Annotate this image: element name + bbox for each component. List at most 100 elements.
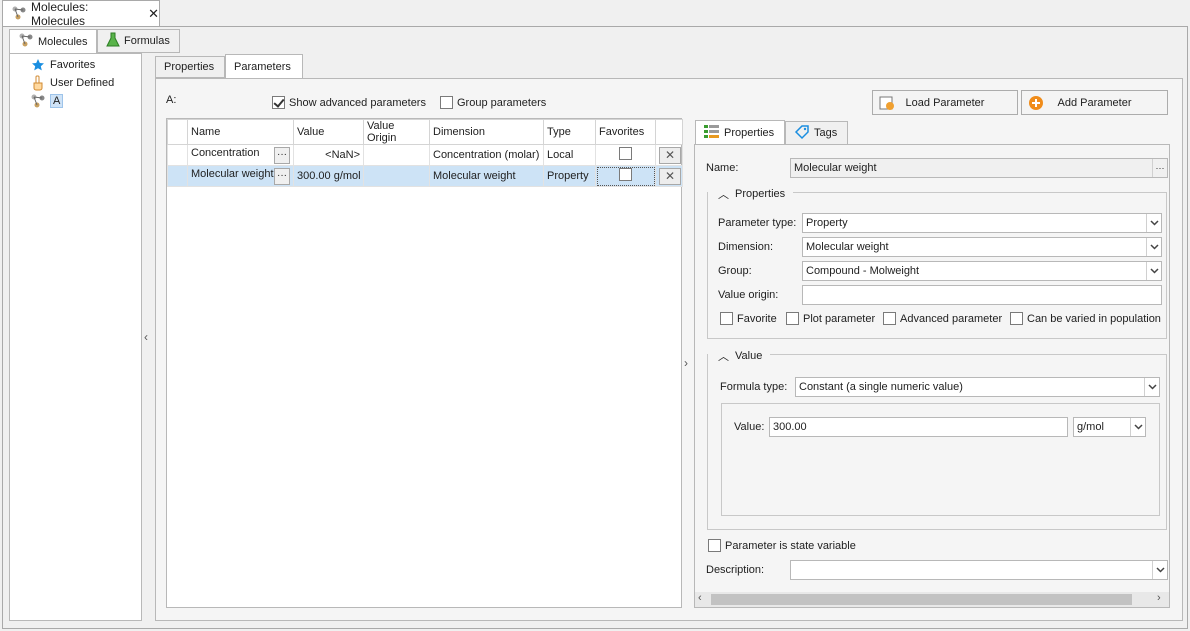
scroll-left-icon[interactable]: ‹ [698,592,702,604]
favorite-checkbox[interactable] [619,168,632,181]
chevron-down-icon[interactable] [1146,238,1161,256]
chevron-down-icon[interactable] [1146,262,1161,280]
chevron-down-icon[interactable] [1144,378,1159,396]
tab-properties[interactable]: Properties [155,56,225,78]
tab-detail-tags[interactable]: Tags [785,121,848,145]
cell-name[interactable]: Molecular weight ··· [187,165,294,187]
delete-icon[interactable]: ✕ [659,167,681,185]
properties-group-header[interactable]: ︿ Properties [718,186,790,202]
checkbox-label: Favorite [737,312,777,325]
checkbox-label: Plot parameter [803,312,876,325]
tree-item-favorites[interactable]: Favorites [30,56,95,74]
cell-type: Local [543,144,596,166]
cell-delete: ✕ [655,144,683,166]
favorite-checkbox[interactable] [619,147,632,160]
select-value: Constant (a single numeric value) [799,381,963,393]
tab-label: Tags [814,127,838,139]
checkbox-box [786,312,799,325]
tab-label: Properties [724,126,775,139]
cell-value[interactable]: <NaN> [293,144,364,166]
name-field[interactable]: Molecular weight ··· [790,158,1168,178]
cell-value[interactable]: 300.00 g/mol [293,165,364,187]
checkbox-box [708,539,721,552]
cell-value-origin[interactable] [363,165,430,187]
can-be-varied-checkbox[interactable]: Can be varied in population [1010,312,1161,325]
load-parameter-button[interactable]: Load Parameter [872,90,1018,115]
column-header-name[interactable]: Name [187,119,294,145]
column-header-dimension[interactable]: Dimension [429,119,544,145]
formula-type-label: Formula type: [720,381,788,393]
cell-favorites[interactable] [595,165,656,187]
dimension-label: Dimension: [718,241,774,253]
group-select[interactable]: Compound - Molweight [802,261,1162,281]
checkbox-box [1010,312,1023,325]
collapse-left-icon[interactable]: ‹ [144,330,148,344]
checkbox-box [272,96,285,109]
tab-molecules[interactable]: Molecules [9,29,97,54]
row-indicator [167,144,188,166]
tab-formulas[interactable]: Formulas [97,29,180,53]
chevron-down-icon[interactable] [1152,561,1167,579]
parameter-type-label: Parameter type: [718,217,797,229]
name-label: Name: [706,162,739,174]
value-group-header[interactable]: ︿ Value [718,348,767,364]
parameter-type-select[interactable]: Property [802,213,1162,233]
advanced-parameter-checkbox[interactable]: Advanced parameter [883,312,1002,325]
table-header-row: Name Value Value Origin Dimension Type F… [167,119,683,145]
scroll-right-icon[interactable]: › [1157,592,1161,604]
collapse-up-icon[interactable]: ︿ [718,348,729,364]
molecule-icon [30,93,46,109]
parameters-table: Name Value Value Origin Dimension Type F… [167,119,683,187]
hand-icon [30,75,46,91]
tab-parameters[interactable]: Parameters [225,54,303,79]
cell-dimension: Molecular weight [429,165,544,187]
document-tab[interactable]: Molecules: Molecules ✕ [2,0,160,28]
parameters-grid: Name Value Value Origin Dimension Type F… [166,118,683,608]
button-label: Load Parameter [905,96,985,109]
tree-item-user-defined[interactable]: User Defined [30,74,114,92]
show-advanced-checkbox[interactable]: Show advanced parameters [272,96,426,109]
unit-select[interactable]: g/mol [1073,417,1146,437]
description-field[interactable] [790,560,1168,580]
formula-type-select[interactable]: Constant (a single numeric value) [795,377,1160,397]
column-header-type[interactable]: Type [543,119,596,145]
value-origin-field[interactable] [802,285,1162,305]
horizontal-scrollbar[interactable]: ‹ › [695,592,1169,607]
collapse-up-icon[interactable]: ︿ [718,186,729,202]
add-parameter-button[interactable]: Add Parameter [1021,90,1168,115]
scrollbar-thumb[interactable] [711,594,1132,605]
value-label: Value: [734,421,765,433]
chevron-down-icon[interactable] [1146,214,1161,232]
collapse-right-icon[interactable]: › [684,356,688,370]
molecules-icon [18,32,34,51]
column-header-favorites[interactable]: Favorites [595,119,656,145]
cell-value-origin[interactable] [363,144,430,166]
favorite-checkbox[interactable]: Favorite [720,312,777,325]
edit-name-button[interactable]: ··· [274,167,290,185]
column-header-value-origin[interactable]: Value Origin [363,119,430,145]
cell-type: Property [543,165,596,187]
tab-detail-properties[interactable]: Properties [695,120,785,145]
add-icon [1028,95,1044,114]
table-row[interactable]: Molecular weight ··· 300.00 g/mol Molecul… [167,165,683,187]
tree-item-a[interactable]: A [30,92,64,110]
cell-favorites[interactable] [595,144,656,166]
button-label: Add Parameter [1057,96,1132,109]
plot-parameter-checkbox[interactable]: Plot parameter [786,312,875,325]
molecules-icon [11,5,27,24]
table-row[interactable]: Concentration ··· <NaN> Concentration (mo… [167,144,683,166]
edit-name-button[interactable]: ··· [274,146,290,164]
group-parameters-checkbox[interactable]: Group parameters [440,96,546,109]
dimension-select[interactable]: Molecular weight [802,237,1162,257]
chevron-down-icon[interactable] [1130,418,1145,436]
tab-label: Parameters [234,60,291,73]
row-indicator-header [167,119,188,145]
cell-name[interactable]: Concentration ··· [187,144,294,166]
value-input[interactable]: 300.00 [769,417,1068,437]
column-header-value[interactable]: Value [293,119,364,145]
checkbox-label: Show advanced parameters [289,96,426,109]
name-ellipsis-button[interactable]: ··· [1152,159,1167,177]
state-variable-checkbox[interactable]: Parameter is state variable [708,539,856,552]
delete-icon[interactable]: ✕ [659,146,681,164]
close-icon[interactable]: ✕ [148,6,159,22]
